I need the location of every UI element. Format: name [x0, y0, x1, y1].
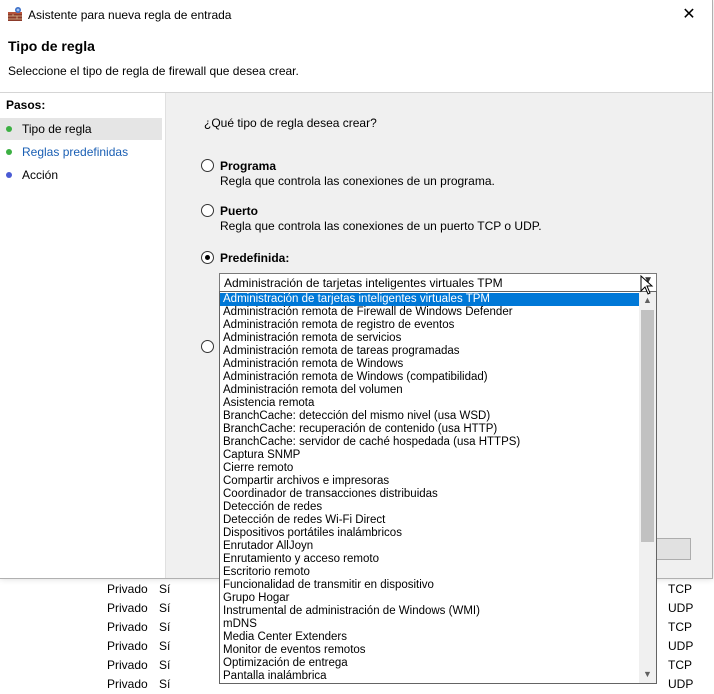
- steps-label: Pasos:: [6, 98, 46, 112]
- step-label: Tipo de regla: [22, 122, 92, 136]
- protocol-cell: TCP: [668, 582, 692, 596]
- mouse-cursor-icon: [640, 275, 654, 295]
- port-option-title[interactable]: Puerto: [220, 204, 258, 218]
- protocol-cell: UDP: [668, 639, 694, 653]
- predefined-rules-combobox[interactable]: Administración de tarjetas inteligentes …: [219, 273, 657, 293]
- dropdown-option[interactable]: Detección de redes Wi-Fi Direct: [220, 514, 641, 527]
- profile-cell: Privado: [107, 639, 148, 653]
- protocol-cell: UDP: [668, 601, 694, 615]
- dropdown-option[interactable]: Instrumental de administración de Window…: [220, 605, 641, 618]
- protocol-cell: UDP: [668, 677, 694, 691]
- dropdown-option[interactable]: Funcionalidad de transmitir en dispositi…: [220, 579, 641, 592]
- dropdown-option[interactable]: Detección de redes: [220, 501, 641, 514]
- enabled-cell: Sí: [159, 639, 171, 653]
- step-status-icon: [6, 126, 12, 132]
- dropdown-option[interactable]: Administración remota de Windows (compat…: [220, 371, 641, 384]
- profile-cell: Privado: [107, 601, 148, 615]
- dropdown-option[interactable]: Compartir archivos e impresoras: [220, 475, 641, 488]
- dropdown-option[interactable]: Monitor de eventos remotos: [220, 644, 641, 657]
- page-description: Seleccione el tipo de regla de firewall …: [8, 64, 299, 78]
- custom-radio[interactable]: [201, 340, 214, 353]
- step-item-action[interactable]: Acción: [0, 164, 162, 186]
- port-option-description: Regla que controla las conexiones de un …: [220, 219, 542, 233]
- close-button[interactable]: ✕: [666, 0, 712, 30]
- profile-cell: Privado: [107, 582, 148, 596]
- predefined-rules-dropdown-list[interactable]: Administración de tarjetas inteligentes …: [219, 291, 657, 684]
- dropdown-option[interactable]: Dispositivos portátiles inalámbricos: [220, 527, 641, 540]
- program-radio[interactable]: [201, 159, 214, 172]
- step-status-icon: [6, 172, 12, 178]
- title-bar[interactable]: Asistente para nueva regla de entrada ✕: [0, 0, 712, 30]
- step-label: Reglas predefinidas: [22, 145, 129, 159]
- dropdown-option[interactable]: Asistencia remota: [220, 397, 641, 410]
- dropdown-option[interactable]: Administración remota del volumen: [220, 384, 641, 397]
- enabled-cell: Sí: [159, 601, 171, 615]
- scrollbar-thumb[interactable]: [641, 310, 654, 542]
- dropdown-option[interactable]: Administración remota de Firewall de Win…: [220, 306, 641, 319]
- dropdown-option[interactable]: Captura SNMP: [220, 449, 641, 462]
- firewall-icon: [8, 7, 22, 21]
- wizard-header: Tipo de regla Seleccione el tipo de regl…: [0, 30, 712, 93]
- combo-selected-value: Administración de tarjetas inteligentes …: [224, 276, 503, 290]
- enabled-cell: Sí: [159, 582, 171, 596]
- dropdown-option[interactable]: BranchCache: recuperación de contenido (…: [220, 423, 641, 436]
- program-option-description: Regla que controla las conexiones de un …: [220, 174, 495, 188]
- dropdown-scrollbar[interactable]: ▲ ▼: [639, 292, 656, 683]
- dropdown-option[interactable]: Escritorio remoto: [220, 566, 641, 579]
- dropdown-option[interactable]: Enrutamiento y acceso remoto: [220, 553, 641, 566]
- predefined-radio[interactable]: [201, 251, 214, 264]
- enabled-cell: Sí: [159, 677, 171, 691]
- dropdown-option[interactable]: BranchCache: servidor de caché hospedada…: [220, 436, 641, 449]
- window-title: Asistente para nueva regla de entrada: [28, 8, 232, 22]
- dropdown-option[interactable]: Administración remota de registro de eve…: [220, 319, 641, 332]
- program-option-title[interactable]: Programa: [220, 159, 276, 173]
- enabled-cell: Sí: [159, 658, 171, 672]
- profile-cell: Privado: [107, 677, 148, 691]
- step-label: Acción: [22, 168, 59, 182]
- profile-cell: Privado: [107, 620, 148, 634]
- dropdown-option[interactable]: Coordinador de transacciones distribuida…: [220, 488, 641, 501]
- protocol-cell: TCP: [668, 658, 692, 672]
- dropdown-option[interactable]: Optimización de entrega: [220, 657, 641, 670]
- port-radio[interactable]: [201, 204, 214, 217]
- dropdown-option[interactable]: Enrutador AllJoyn: [220, 540, 641, 553]
- dropdown-option[interactable]: Media Center Extenders: [220, 631, 641, 644]
- dropdown-option[interactable]: mDNS: [220, 618, 641, 631]
- dropdown-option[interactable]: Pantalla inalámbrica: [220, 670, 641, 683]
- protocol-cell: TCP: [668, 620, 692, 634]
- dropdown-option[interactable]: BranchCache: detección del mismo nivel (…: [220, 410, 641, 423]
- enabled-cell: Sí: [159, 620, 171, 634]
- dropdown-option[interactable]: Administración remota de tareas programa…: [220, 345, 641, 358]
- scroll-down-icon[interactable]: ▼: [639, 666, 656, 683]
- step-item-rule-type[interactable]: Tipo de regla: [0, 118, 162, 140]
- predefined-option-title[interactable]: Predefinida:: [220, 251, 289, 265]
- profile-cell: Privado: [107, 658, 148, 672]
- dropdown-option[interactable]: Cierre remoto: [220, 462, 641, 475]
- dropdown-option[interactable]: Grupo Hogar: [220, 592, 641, 605]
- page-title: Tipo de regla: [8, 38, 95, 54]
- dropdown-option[interactable]: Administración de tarjetas inteligentes …: [220, 293, 641, 306]
- steps-panel: Pasos: Tipo de regla Reglas predefinidas…: [0, 93, 166, 578]
- step-status-icon: [6, 149, 12, 155]
- question-label: ¿Qué tipo de regla desea crear?: [204, 116, 377, 130]
- dropdown-option[interactable]: Administración remota de servicios: [220, 332, 641, 345]
- dropdown-option[interactable]: Administración remota de Windows: [220, 358, 641, 371]
- step-item-predefined-rules[interactable]: Reglas predefinidas: [0, 141, 162, 163]
